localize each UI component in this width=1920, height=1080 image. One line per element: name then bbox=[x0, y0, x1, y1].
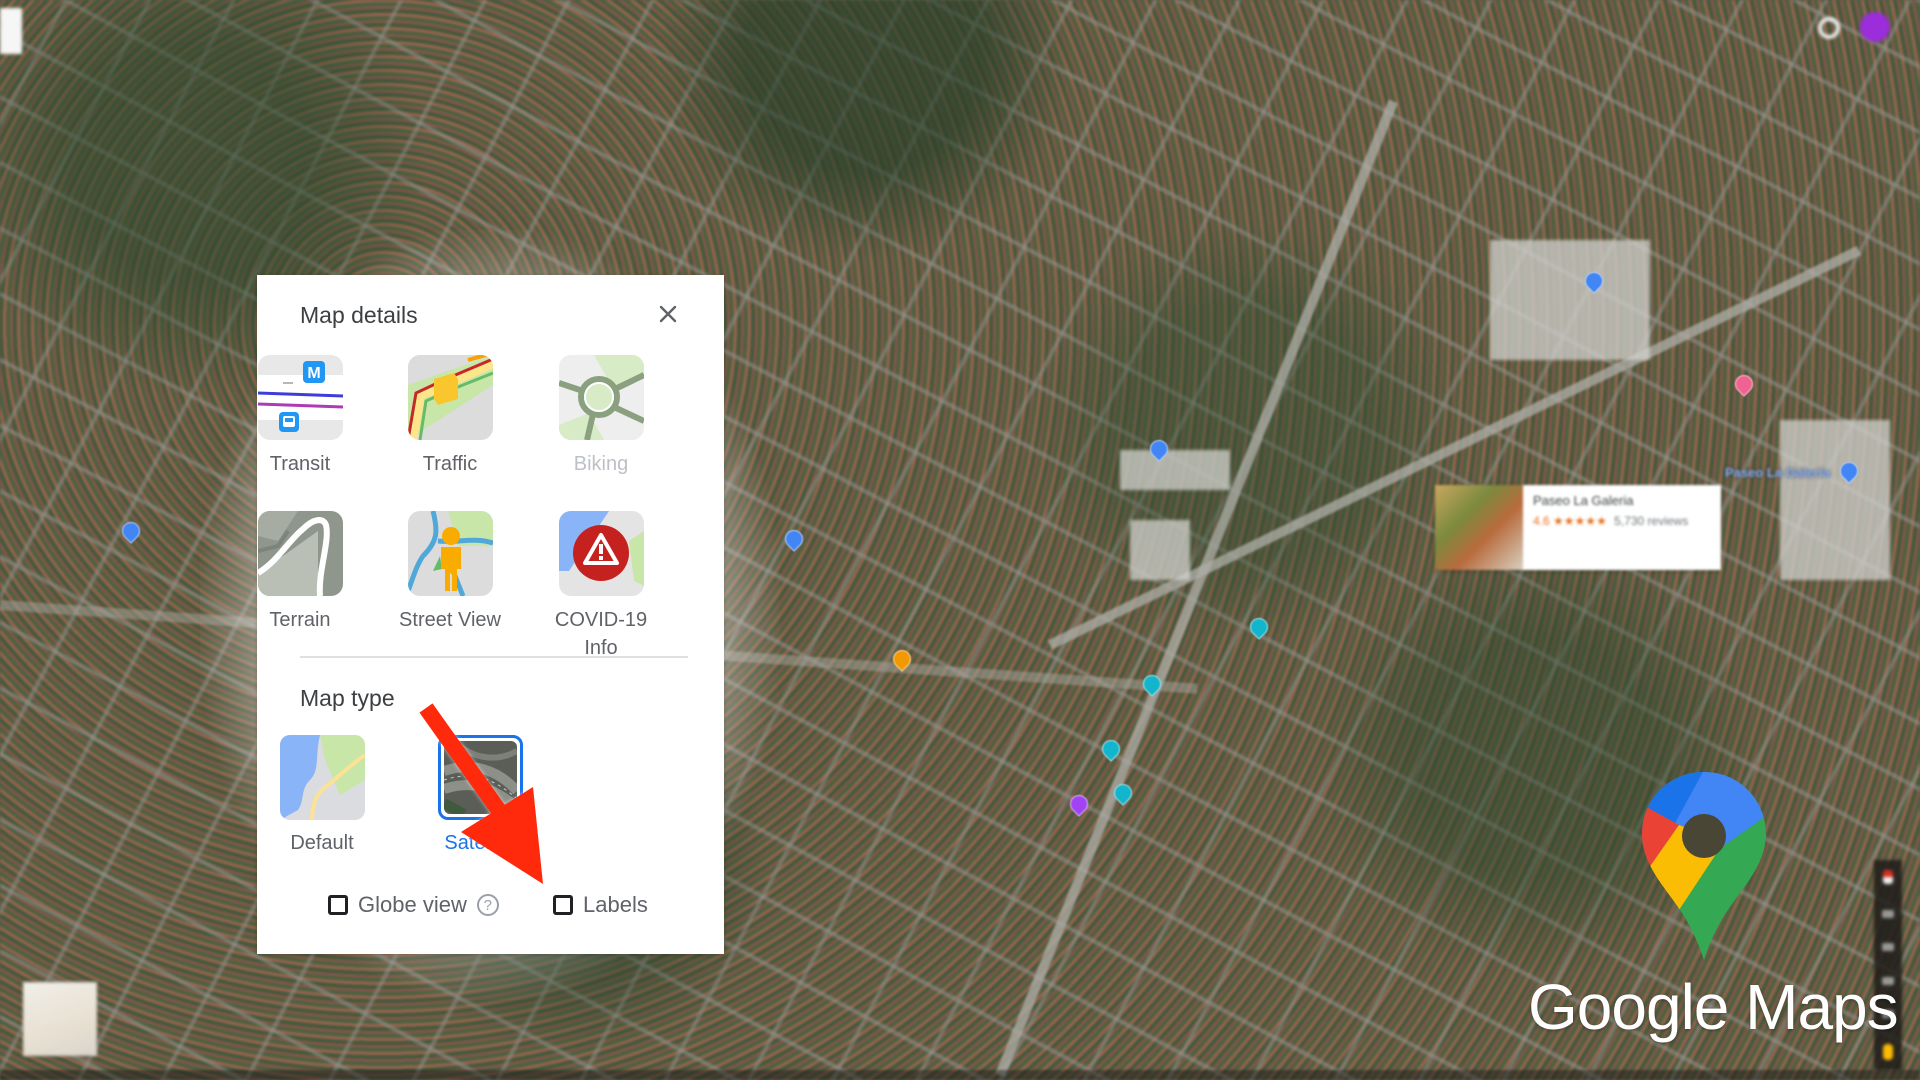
detail-terrain[interactable]: Terrain bbox=[235, 511, 365, 634]
help-icon[interactable]: ? bbox=[476, 894, 499, 916]
avatar[interactable] bbox=[1860, 12, 1890, 42]
detail-label: Terrain bbox=[269, 609, 331, 631]
detail-label: Transit bbox=[269, 453, 331, 475]
terrain-icon bbox=[257, 511, 343, 596]
globe-view-checkbox[interactable] bbox=[328, 895, 348, 915]
svg-text:M: M bbox=[307, 365, 320, 382]
apps-icon[interactable] bbox=[1818, 17, 1840, 39]
place-card[interactable]: Paseo La Galeria 4.6 ★★★★★ 5,730 reviews bbox=[1435, 485, 1721, 570]
detail-biking[interactable]: Biking bbox=[536, 355, 666, 478]
detail-label: COVID-19 Info bbox=[554, 609, 648, 659]
biking-icon bbox=[558, 355, 644, 440]
collapse-side-panel-button[interactable] bbox=[0, 8, 22, 54]
traffic-icon bbox=[407, 355, 493, 440]
layers-button[interactable] bbox=[23, 982, 97, 1056]
google-maps-logo-icon bbox=[1642, 772, 1766, 960]
map-type-title: Map type bbox=[300, 685, 395, 711]
globe-view-label: Globe view bbox=[358, 892, 467, 917]
satellite-map-icon bbox=[437, 735, 523, 820]
map-footer bbox=[0, 1070, 1920, 1080]
building bbox=[1130, 520, 1190, 580]
map-type-label: Satellite bbox=[444, 832, 516, 854]
building bbox=[1780, 420, 1890, 580]
rating-stars-icon: ★★★★★ bbox=[1553, 514, 1607, 528]
street-view-icon bbox=[407, 511, 493, 596]
place-rating: 4.6 bbox=[1533, 514, 1550, 528]
brand-name: Google Maps bbox=[1528, 971, 1899, 1043]
detail-traffic[interactable]: Traffic bbox=[385, 355, 515, 478]
labels-option[interactable]: Labels bbox=[553, 892, 648, 918]
transit-icon: M bbox=[257, 355, 343, 440]
map-details-panel: Map details M Transit Traffic Biking Ter… bbox=[257, 275, 724, 954]
building bbox=[1490, 240, 1650, 360]
poi-label[interactable]: Paseo La Galeria bbox=[1725, 465, 1830, 480]
map-type-label: Default bbox=[290, 832, 354, 854]
covid-info-icon bbox=[558, 511, 644, 596]
close-button[interactable] bbox=[653, 299, 683, 329]
detail-street-view[interactable]: Street View bbox=[385, 511, 515, 634]
place-reviews: 5,730 reviews bbox=[1614, 514, 1689, 528]
globe-view-option[interactable]: Globe view ? bbox=[328, 892, 499, 918]
building bbox=[1120, 450, 1230, 490]
map-type-satellite[interactable]: Satellite bbox=[425, 735, 535, 855]
detail-label: Biking bbox=[573, 453, 629, 475]
close-icon bbox=[659, 305, 677, 323]
detail-label: Street View bbox=[399, 609, 501, 631]
detail-transit[interactable]: M Transit bbox=[235, 355, 365, 478]
detail-covid-info[interactable]: COVID-19 Info bbox=[536, 511, 666, 662]
labels-label: Labels bbox=[583, 892, 648, 917]
labels-checkbox[interactable] bbox=[553, 895, 573, 915]
detail-label: Traffic bbox=[422, 453, 478, 475]
place-name: Paseo La Galeria bbox=[1533, 493, 1634, 508]
place-photo bbox=[1435, 485, 1523, 570]
divider bbox=[300, 656, 688, 658]
default-map-icon bbox=[279, 735, 365, 820]
panel-title: Map details bbox=[300, 302, 418, 328]
map-type-default[interactable]: Default bbox=[267, 735, 377, 855]
google-maps-brand: Google Maps bbox=[1520, 770, 1900, 1070]
